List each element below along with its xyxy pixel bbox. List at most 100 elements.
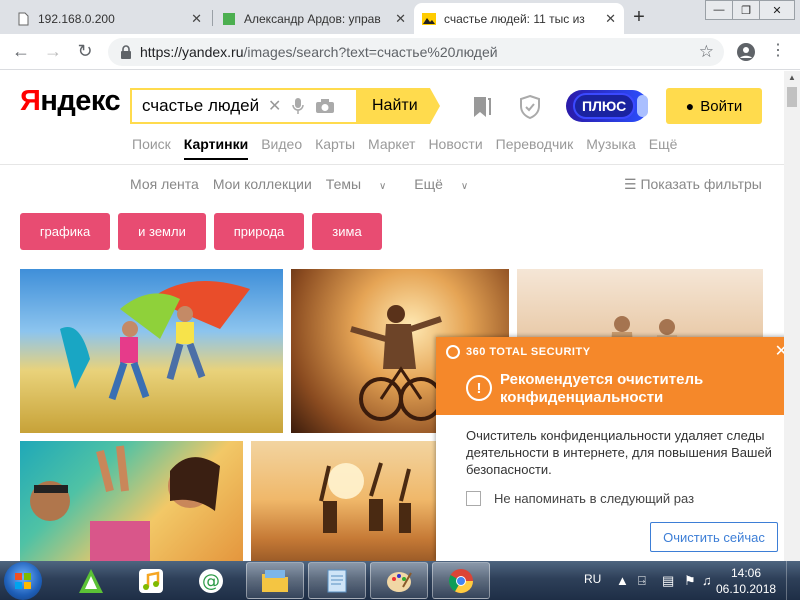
scroll-up-arrow-icon[interactable]: ▲ <box>788 73 796 82</box>
taskbar-app-music[interactable] <box>122 562 180 599</box>
microphone-icon[interactable] <box>291 97 305 115</box>
360-logo-icon <box>446 345 460 359</box>
back-icon[interactable]: ← <box>10 42 32 60</box>
show-filters-button[interactable]: ☰ Показать фильтры <box>624 176 762 193</box>
action-center-flag-icon[interactable]: ⚑ <box>684 573 696 589</box>
close-tab-icon[interactable]: ✕ <box>191 11 202 27</box>
subnav-my-feed[interactable]: Моя лента <box>130 176 199 192</box>
letter-a-app-icon <box>79 568 103 593</box>
toggle-knob <box>637 95 648 117</box>
logo-letter: Я <box>20 85 41 117</box>
photo-happy-friends <box>30 445 220 561</box>
language-indicator[interactable]: RU <box>584 572 601 586</box>
service-translate[interactable]: Переводчик <box>496 136 574 162</box>
close-icon[interactable]: ✕ <box>775 341 784 361</box>
security-notification: 360 TOTAL SECURITY ✕ ! Рекомендуется очи… <box>436 337 784 561</box>
show-desktop-button[interactable] <box>786 561 800 600</box>
star-icon[interactable]: ☆ <box>699 42 714 62</box>
green-square-icon <box>223 12 235 25</box>
volume-icon[interactable]: ♫ <box>702 573 712 588</box>
taskbar-notepad[interactable] <box>308 562 366 599</box>
notepad-icon <box>327 569 347 592</box>
service-video[interactable]: Видео <box>261 136 302 162</box>
plus-toggle[interactable]: ПЛЮС <box>566 90 648 122</box>
tab-ardov[interactable]: Александр Ардов: управ ✕ <box>214 3 414 34</box>
dont-remind-checkbox[interactable]: Не напоминать в следующий раз <box>466 491 694 506</box>
tab-router[interactable]: 192.168.0.200 ✕ <box>0 3 210 34</box>
taskbar-chrome[interactable] <box>432 562 490 599</box>
chevron-down-icon: ∨ <box>378 181 387 192</box>
photo-jumping-people <box>60 281 250 401</box>
taskbar-paint[interactable] <box>370 562 428 599</box>
tab-yandex-images[interactable]: счастье людей: 11 тыс из ✕ <box>414 3 624 34</box>
login-button[interactable]: ● Войти <box>666 88 762 124</box>
service-maps[interactable]: Карты <box>315 136 355 162</box>
image-result[interactable] <box>20 441 243 561</box>
find-button[interactable]: Найти <box>356 88 440 124</box>
taskbar-app-mail[interactable]: @ <box>182 562 240 599</box>
service-news[interactable]: Новости <box>428 136 482 162</box>
close-tab-icon[interactable]: ✕ <box>605 11 616 27</box>
checkbox-box[interactable] <box>466 491 481 506</box>
page-scrollbar[interactable]: ▲ <box>784 71 800 561</box>
chip-graphics[interactable]: графика <box>20 213 110 250</box>
network-icon[interactable]: ▤ <box>662 573 674 589</box>
subnav-my-collections[interactable]: Мои коллекции <box>213 176 312 192</box>
tray-expand-icon[interactable]: ▲ <box>616 573 629 588</box>
chip-nature[interactable]: природа <box>214 213 304 250</box>
service-market[interactable]: Маркет <box>368 136 415 162</box>
camera-icon[interactable] <box>315 98 335 114</box>
warning-icon: ! <box>466 375 492 401</box>
divider <box>0 164 784 165</box>
url-host: https://yandex.ru <box>140 44 244 60</box>
profile-icon[interactable] <box>736 42 756 62</box>
shield-icon[interactable] <box>518 94 542 120</box>
windows-taskbar: @ RU ▲ ⍈ ▤ ⚑ ♫ 14:06 06.10.2018 <box>0 561 800 600</box>
subnav-themes[interactable]: Темы ∨ <box>326 176 400 192</box>
url-path: /images/search?text=счастье%20людей <box>243 44 498 60</box>
filters-label: Показать фильтры <box>640 176 762 192</box>
clock-time: 14:06 <box>730 566 762 580</box>
close-window-button[interactable]: ✕ <box>759 0 795 20</box>
service-images[interactable]: Картинки <box>183 136 249 160</box>
chip-and-earth[interactable]: и земли <box>118 213 206 250</box>
checkbox-label: Не напоминать в следующий раз <box>494 491 695 506</box>
service-search[interactable]: Поиск <box>132 136 171 162</box>
yandex-logo[interactable]: Яндекс <box>20 85 121 118</box>
forward-icon[interactable]: → <box>42 42 64 60</box>
taskbar-app-a[interactable] <box>62 562 120 599</box>
tab-strip: 192.168.0.200 ✕ Александр Ардов: управ ✕… <box>0 0 800 34</box>
notification-header: 360 TOTAL SECURITY ✕ ! Рекомендуется очи… <box>436 337 784 415</box>
collections-bookmark-icon[interactable] <box>472 96 492 118</box>
navigation-bar: ← → ↻ https://yandex.ru/images/search?te… <box>0 34 800 70</box>
usb-device-icon[interactable]: ⍈ <box>638 573 646 589</box>
image-result[interactable] <box>20 269 283 433</box>
close-tab-icon[interactable]: ✕ <box>395 11 406 27</box>
filter-sliders-icon: ☰ <box>624 176 637 192</box>
yandex-images-icon <box>422 12 436 25</box>
image-result[interactable] <box>251 441 437 561</box>
lock-icon <box>121 45 131 59</box>
clean-now-button[interactable]: Очистить сейчас <box>650 522 778 552</box>
chip-winter[interactable]: зима <box>312 213 382 250</box>
system-clock[interactable]: 14:06 06.10.2018 <box>716 565 776 597</box>
restore-button[interactable]: ❐ <box>732 0 760 20</box>
scroll-thumb[interactable] <box>787 87 797 107</box>
svg-text:@: @ <box>202 571 220 592</box>
page-icon <box>18 12 29 25</box>
reload-icon[interactable]: ↻ <box>74 42 96 60</box>
subnav-more[interactable]: Ещё ∨ <box>414 176 482 192</box>
address-bar[interactable]: https://yandex.ru/images/search?text=сча… <box>108 38 724 66</box>
tab-title: Александр Ардов: управ <box>244 11 381 26</box>
brand-text: 360 TOTAL SECURITY <box>466 346 591 358</box>
new-tab-button[interactable]: + <box>628 6 650 29</box>
start-button[interactable] <box>4 562 42 600</box>
menu-icon[interactable]: ⋮ <box>770 42 786 60</box>
notification-body: Очиститель конфиденциальности удаляет сл… <box>466 428 772 477</box>
clear-icon[interactable]: ✕ <box>268 96 281 116</box>
minimize-button[interactable]: — <box>705 0 733 20</box>
service-more[interactable]: Ещё <box>649 136 678 162</box>
search-input[interactable] <box>132 96 262 116</box>
taskbar-explorer[interactable] <box>246 562 304 599</box>
service-music[interactable]: Музыка <box>586 136 636 162</box>
